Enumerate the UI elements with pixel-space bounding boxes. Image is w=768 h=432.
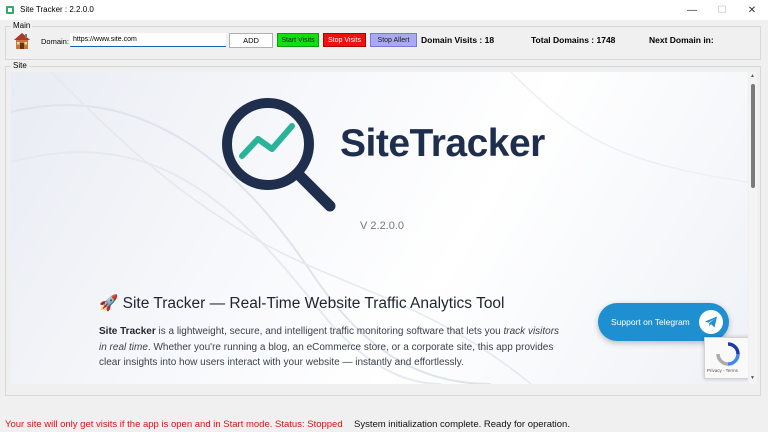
scroll-down-icon[interactable]: ▼ bbox=[750, 375, 755, 381]
paper-plane-icon bbox=[699, 310, 723, 334]
maximize-button[interactable]: ☐ bbox=[707, 0, 737, 20]
stop-alert-button[interactable]: Stop Allert bbox=[370, 33, 417, 47]
window-title: Site Tracker : 2.2.0.0 bbox=[20, 5, 94, 14]
para-part-2: . Whether you're running a blog, an eCom… bbox=[99, 341, 554, 369]
recaptcha-badge[interactable]: Privacy - Terms bbox=[704, 337, 748, 379]
recaptcha-legal[interactable]: Privacy - Terms bbox=[707, 368, 738, 373]
telegram-label: Support on Telegram bbox=[611, 317, 690, 327]
stop-visits-button[interactable]: Stop Visits bbox=[323, 33, 366, 47]
magnifier-logo-icon bbox=[222, 98, 336, 212]
domain-input[interactable] bbox=[70, 33, 226, 47]
next-domain-stat: Next Domain in: bbox=[649, 35, 714, 45]
web-view[interactable]: SiteTracker V 2.2.0.0 🚀 Site Tracker — R… bbox=[11, 72, 748, 384]
minimize-button[interactable]: — bbox=[677, 0, 707, 20]
domain-visits-stat: Domain Visits : 18 bbox=[421, 35, 495, 45]
site-group-label: Site bbox=[11, 61, 29, 70]
domain-label: Domain: bbox=[41, 37, 69, 46]
scroll-thumb[interactable] bbox=[751, 84, 755, 188]
page-heading: 🚀 Site Tracker — Real-Time Website Traff… bbox=[99, 295, 505, 312]
para-bold: Site Tracker bbox=[99, 326, 156, 337]
scroll-up-icon[interactable]: ▲ bbox=[750, 73, 755, 79]
title-bar: Site Tracker : 2.2.0.0 — ☐ ✕ bbox=[0, 0, 768, 20]
total-domains-stat: Total Domains : 1748 bbox=[531, 35, 616, 45]
main-group-label: Main bbox=[11, 21, 33, 30]
web-view-scrollbar[interactable]: ▲ ▼ bbox=[749, 72, 757, 384]
intro-paragraph: Site Tracker is a lightweight, secure, a… bbox=[99, 324, 569, 371]
house-icon bbox=[14, 33, 30, 49]
add-button[interactable]: ADD bbox=[229, 33, 273, 48]
support-telegram-button[interactable]: Support on Telegram bbox=[598, 303, 729, 341]
status-message: System initialization complete. Ready fo… bbox=[354, 419, 570, 430]
recaptcha-icon bbox=[716, 342, 740, 366]
app-icon bbox=[6, 6, 14, 14]
status-warning: Your site will only get visits if the ap… bbox=[5, 419, 343, 430]
logo-wordmark: SiteTracker bbox=[340, 122, 545, 165]
start-visits-button[interactable]: Start Visits bbox=[277, 33, 319, 47]
para-part-1: is a lightweight, secure, and intelligen… bbox=[155, 326, 501, 337]
version-label: V 2.2.0.0 bbox=[360, 220, 405, 232]
close-button[interactable]: ✕ bbox=[737, 0, 767, 20]
